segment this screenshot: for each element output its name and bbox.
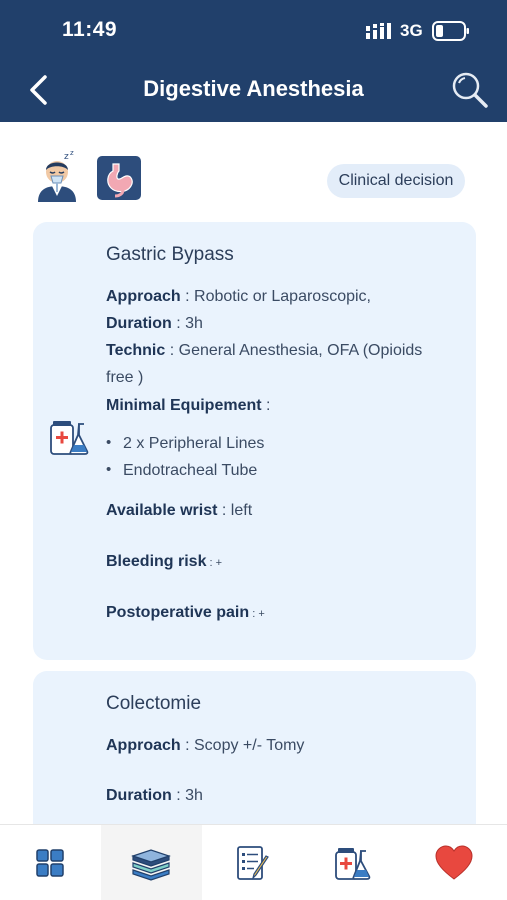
procedure-card[interactable]: Colectomie Approach : Scopy +/- Tomy Dur… (33, 671, 476, 824)
wrist-label: Available wrist (106, 502, 218, 519)
tab-favorites[interactable] (404, 825, 505, 900)
status-bar: 11:49 3G (0, 0, 507, 60)
tab-dashboard[interactable] (0, 825, 101, 900)
stomach-icon (97, 156, 141, 200)
technic-row: Technic : General Anesthesia, OFA (Opioi… (106, 337, 452, 391)
network-type: 3G (400, 21, 423, 40)
clinical-decision-button[interactable]: Clinical decision (327, 164, 465, 198)
tab-medication[interactable] (303, 825, 404, 900)
tab-checklist[interactable] (202, 825, 303, 900)
grid-icon (36, 849, 64, 877)
pain-label: Postoperative pain (106, 604, 250, 621)
bleeding-label: Bleeding risk (106, 553, 207, 570)
signal-icon (366, 23, 391, 39)
approach-label: Approach (106, 737, 181, 754)
equipment-item: 2 x Peripheral Lines (106, 434, 264, 453)
equipment-item: Endotracheal Tube (106, 461, 257, 480)
page-title: Digestive Anesthesia (143, 76, 364, 101)
duration-label: Duration (106, 315, 172, 332)
pain-row: Postoperative pain : + (106, 599, 452, 628)
duration-value: : 3h (171, 787, 203, 804)
checklist-icon (237, 846, 269, 880)
duration-label: Duration (106, 787, 172, 804)
procedure-card[interactable]: Gastric Bypass Approach : Robotic or Lap… (33, 222, 476, 660)
approach-label: Approach (106, 288, 181, 305)
equipment-row: Minimal Equipement : (106, 392, 452, 419)
wrist-row: Available wrist : left (106, 497, 452, 524)
duration-row: Duration : 3h (106, 310, 452, 337)
wrist-value: : left (217, 502, 253, 519)
duration-row: Duration : 3h (106, 782, 452, 809)
procedure-title: Gastric Bypass (106, 244, 234, 265)
duration-value: : 3h (171, 315, 203, 332)
approach-row: Approach : Scopy +/- Tomy (106, 732, 452, 759)
app-header: 11:49 3G Digestive Anesthesia (0, 0, 507, 122)
medicine-icon (335, 848, 371, 880)
medicine-flask-icon (50, 421, 89, 455)
bleeding-value: : + (206, 557, 223, 569)
svg-text:z: z (64, 152, 69, 162)
anesthesia-patient-icon: z z (38, 150, 76, 202)
svg-text:z: z (70, 150, 74, 157)
approach-value: : Scopy +/- Tomy (180, 737, 305, 754)
bottom-tab-bar (0, 824, 507, 900)
tab-library[interactable] (101, 825, 202, 900)
bleeding-row: Bleeding risk : + (106, 548, 452, 577)
approach-value: : Robotic or Laparoscopic, (180, 288, 371, 305)
books-icon (131, 849, 171, 881)
approach-row: Approach : Robotic or Laparoscopic, (106, 283, 452, 310)
search-icon[interactable] (450, 70, 490, 110)
status-time: 11:49 (62, 18, 118, 41)
nav-bar: Digestive Anesthesia (0, 62, 507, 118)
main-content[interactable]: z z Clinical decision Gastric Bypass App… (0, 122, 507, 824)
pain-value: : + (249, 608, 265, 620)
battery-icon (432, 21, 469, 41)
equipment-label: Minimal Equipement (106, 397, 262, 414)
heart-icon (435, 845, 473, 880)
technic-label: Technic (106, 342, 166, 359)
category-row: z z Clinical decision (0, 122, 507, 218)
equipment-suffix: : (261, 397, 271, 414)
procedure-title: Colectomie (106, 693, 202, 714)
